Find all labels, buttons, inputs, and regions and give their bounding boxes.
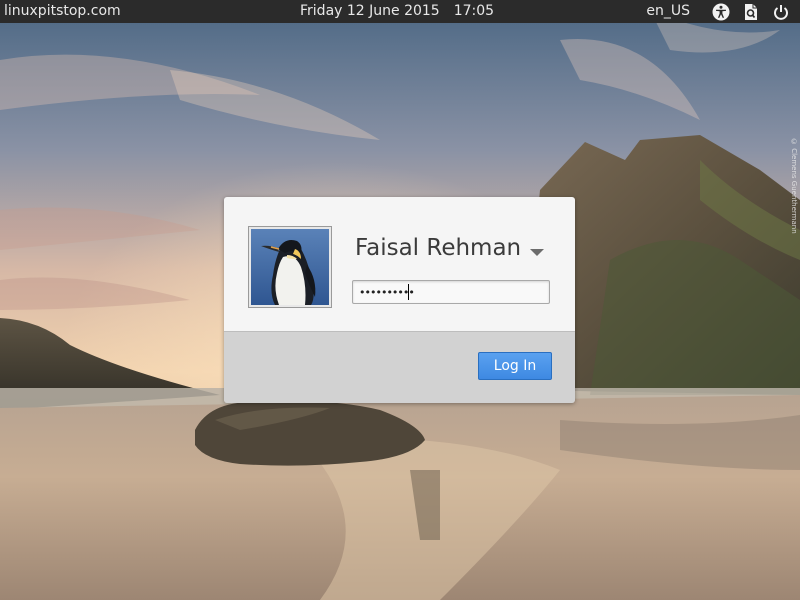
keyboard-layout-icon[interactable] [742,3,760,21]
clock[interactable]: Friday 12 June 2015 17:05 [300,0,494,23]
photo-credit: © Clemens Guenthermann [790,138,798,234]
user-avatar [248,226,332,308]
accessibility-icon[interactable] [712,3,730,21]
top-panel: linuxpitstop.com Friday 12 June 2015 17:0… [0,0,800,23]
panel-indicators: en_US [646,0,800,23]
clock-date: Friday 12 June 2015 [300,3,440,19]
clock-time: 17:05 [453,3,495,19]
text-cursor [408,284,409,300]
login-dialog: Faisal Rehman Log In [224,197,575,403]
user-name: Faisal Rehman [355,235,522,261]
user-switch-dropdown[interactable] [527,244,547,258]
password-field[interactable] [352,280,550,304]
login-screen: linuxpitstop.com Friday 12 June 2015 17:0… [0,0,800,600]
hostname-label: linuxpitstop.com [4,3,121,19]
login-button[interactable]: Log In [478,352,552,380]
power-icon[interactable] [772,3,790,21]
penguin-icon [251,229,329,305]
chevron-down-icon [530,249,544,256]
login-dialog-header: Faisal Rehman [224,197,575,332]
language-indicator[interactable]: en_US [646,0,690,23]
